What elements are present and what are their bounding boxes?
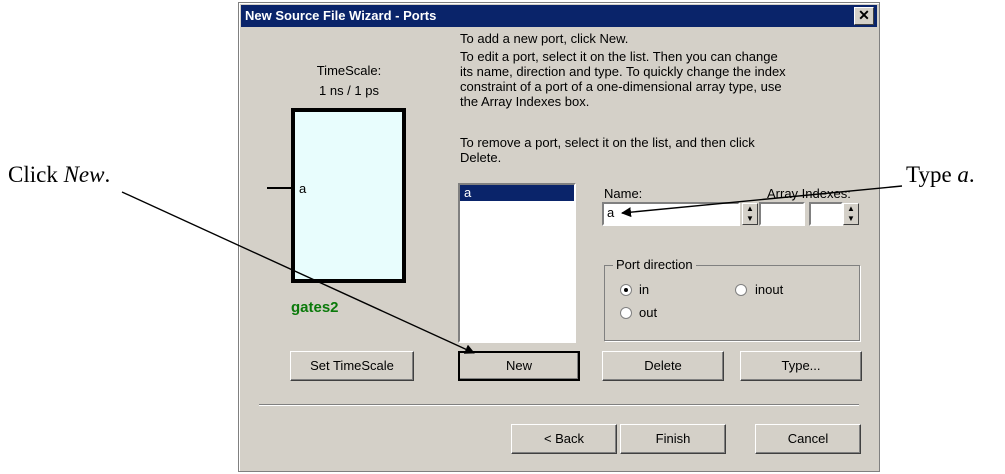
index-to-spinner[interactable]: ▲ ▼ bbox=[843, 203, 859, 225]
index-from-field[interactable] bbox=[759, 202, 805, 226]
index-to-field[interactable] bbox=[809, 202, 843, 226]
instruction-edit-4: the Array Indexes box. bbox=[460, 94, 590, 109]
radio-out-label: out bbox=[639, 305, 658, 320]
separator bbox=[259, 404, 859, 406]
finish-button[interactable]: Finish bbox=[620, 424, 726, 454]
index-from-spinner[interactable]: ▲ ▼ bbox=[742, 203, 758, 225]
name-label: Name: bbox=[604, 186, 643, 201]
annotation-click-new: Click New. bbox=[8, 162, 110, 188]
delete-button[interactable]: Delete bbox=[602, 351, 724, 381]
back-button[interactable]: < Back bbox=[511, 424, 617, 454]
radio-inout[interactable] bbox=[735, 284, 747, 296]
annotation-click-text: Click bbox=[8, 162, 64, 187]
annotation-click-emphasis: New bbox=[63, 162, 105, 187]
instruction-edit-2: its name, direction and type. To quickly… bbox=[460, 64, 786, 79]
instruction-add: To add a new port, click New. bbox=[460, 31, 629, 46]
port-label: a bbox=[299, 181, 307, 196]
ports-wizard-dialog: New Source File Wizard - Ports ✕ TimeSca… bbox=[238, 2, 880, 472]
port-listbox[interactable]: a bbox=[458, 183, 576, 343]
annotation-type-text: Type bbox=[906, 162, 958, 187]
entity-name: gates2 bbox=[291, 299, 339, 316]
annotation-type-emphasis: a bbox=[957, 162, 969, 187]
name-input[interactable]: a bbox=[602, 202, 740, 226]
close-icon: ✕ bbox=[858, 7, 870, 23]
set-timescale-button[interactable]: Set TimeScale bbox=[290, 351, 414, 381]
type-button[interactable]: Type... bbox=[740, 351, 862, 381]
radio-in-label: in bbox=[639, 282, 650, 297]
radio-out[interactable] bbox=[620, 307, 632, 319]
close-button[interactable]: ✕ bbox=[854, 7, 874, 25]
instruction-edit-3: constraint of a port of a one-dimensiona… bbox=[460, 79, 782, 94]
annotation-type-a: Type a. bbox=[906, 162, 975, 188]
list-item[interactable]: a bbox=[460, 185, 574, 201]
window-title: New Source File Wizard - Ports bbox=[245, 8, 437, 23]
instruction-remove-2: Delete. bbox=[460, 150, 502, 165]
new-button[interactable]: New bbox=[458, 351, 580, 381]
cancel-button[interactable]: Cancel bbox=[755, 424, 861, 454]
annotation-type-period: . bbox=[968, 162, 975, 187]
entity-symbol bbox=[291, 108, 406, 283]
instruction-remove-1: To remove a port, select it on the list,… bbox=[460, 135, 755, 150]
timescale-value: 1 ns / 1 ps bbox=[319, 83, 379, 98]
timescale-label: TimeScale: bbox=[316, 63, 382, 78]
port-direction-group: Port direction in inout out bbox=[604, 257, 860, 341]
radio-in[interactable] bbox=[620, 284, 632, 296]
title-bar: New Source File Wizard - Ports ✕ bbox=[241, 5, 877, 27]
array-indexes-label: Array Indexes: bbox=[767, 186, 851, 201]
annotation-click-period: . bbox=[104, 162, 111, 187]
instruction-edit-1: To edit a port, select it on the list. T… bbox=[460, 49, 778, 64]
port-direction-title: Port direction bbox=[613, 257, 696, 272]
port-line bbox=[267, 187, 291, 189]
radio-inout-label: inout bbox=[755, 282, 784, 297]
